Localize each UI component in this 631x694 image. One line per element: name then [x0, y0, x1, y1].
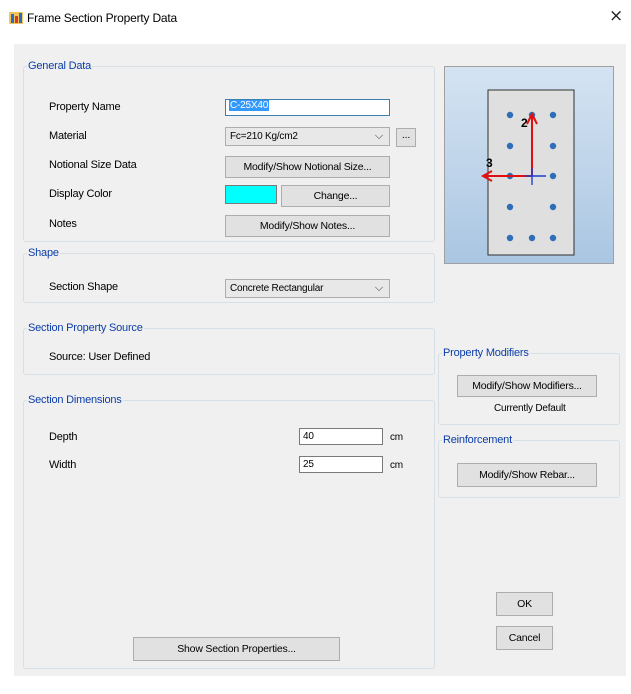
section-shape-label: Section Shape	[49, 281, 118, 293]
rebar-dot	[506, 111, 514, 119]
modify-rebar-button[interactable]: Modify/Show Rebar...	[457, 463, 597, 487]
general-data-group: General Data Property Name C-25X40 Mater…	[23, 60, 435, 242]
rebar-dot	[506, 142, 514, 150]
axis-2-label: 2	[521, 116, 528, 130]
chevron-down-icon: ⌵	[374, 281, 383, 294]
rebar-dot	[549, 234, 557, 242]
modify-notional-size-button[interactable]: Modify/Show Notional Size...	[225, 156, 390, 178]
ok-button[interactable]: OK	[496, 592, 553, 616]
property-modifiers-group: Property Modifiers Modify/Show Modifiers…	[438, 347, 620, 425]
app-icon	[9, 12, 23, 24]
section-property-source-group: Section Property Source Source: User Def…	[23, 322, 435, 375]
section-preview: 2 3	[444, 66, 614, 264]
display-color-label: Display Color	[49, 188, 112, 200]
section-shape-select[interactable]: Concrete Rectangular ⌵	[225, 279, 390, 298]
show-section-properties-button[interactable]: Show Section Properties...	[133, 637, 340, 661]
material-select-value: Fc=210 Kg/cm2	[230, 131, 298, 142]
dialog-client-area: General Data Property Name C-25X40 Mater…	[14, 44, 626, 676]
section-dimensions-legend: Section Dimensions	[28, 394, 122, 406]
material-select[interactable]: Fc=210 Kg/cm2 ⌵	[225, 127, 390, 146]
property-name-input[interactable]: C-25X40	[225, 99, 390, 116]
rebar-dot	[506, 234, 514, 242]
title-bar: Frame Section Property Data ×	[0, 0, 631, 36]
section-property-source-legend: Section Property Source	[28, 322, 143, 334]
width-unit: cm	[390, 460, 403, 471]
change-color-button[interactable]: Change...	[281, 185, 390, 207]
notes-label: Notes	[49, 218, 77, 230]
section-dimensions-group: Section Dimensions Depth 40 cm Width 25 …	[23, 394, 435, 669]
axis-3-label: 3	[486, 156, 493, 170]
rebar-dot	[549, 111, 557, 119]
reinforcement-group: Reinforcement Modify/Show Rebar...	[438, 434, 620, 498]
width-input[interactable]: 25	[299, 456, 383, 473]
material-more-button[interactable]: ...	[396, 128, 416, 147]
shape-legend: Shape	[28, 247, 59, 259]
property-modifiers-legend: Property Modifiers	[443, 347, 529, 359]
cancel-button[interactable]: Cancel	[496, 626, 553, 650]
display-color-swatch[interactable]	[225, 185, 277, 204]
modifiers-status: Currently Default	[494, 403, 566, 414]
modify-notes-button[interactable]: Modify/Show Notes...	[225, 215, 390, 237]
general-data-legend: General Data	[28, 60, 92, 72]
notional-size-label: Notional Size Data	[49, 159, 137, 171]
rebar-dot	[549, 203, 557, 211]
rebar-dot	[549, 142, 557, 150]
shape-group: Shape Section Shape Concrete Rectangular…	[23, 247, 435, 303]
depth-input[interactable]: 40	[299, 428, 383, 445]
depth-label: Depth	[49, 431, 78, 443]
property-name-value: C-25X40	[229, 100, 270, 111]
rebar-dot	[506, 203, 514, 211]
rebar-dot	[549, 172, 557, 180]
chevron-down-icon: ⌵	[374, 129, 383, 142]
reinforcement-legend: Reinforcement	[443, 434, 512, 446]
section-preview-drawing: 2 3	[480, 89, 575, 256]
modify-modifiers-button[interactable]: Modify/Show Modifiers...	[457, 375, 597, 397]
window-title: Frame Section Property Data	[27, 11, 177, 25]
section-shape-value: Concrete Rectangular	[230, 283, 324, 294]
close-icon[interactable]: ×	[606, 6, 626, 26]
depth-unit: cm	[390, 432, 403, 443]
rebar-dot	[528, 234, 536, 242]
source-text: Source: User Defined	[49, 351, 151, 363]
material-label: Material	[49, 130, 87, 142]
width-label: Width	[49, 459, 77, 471]
property-name-label: Property Name	[49, 101, 121, 113]
